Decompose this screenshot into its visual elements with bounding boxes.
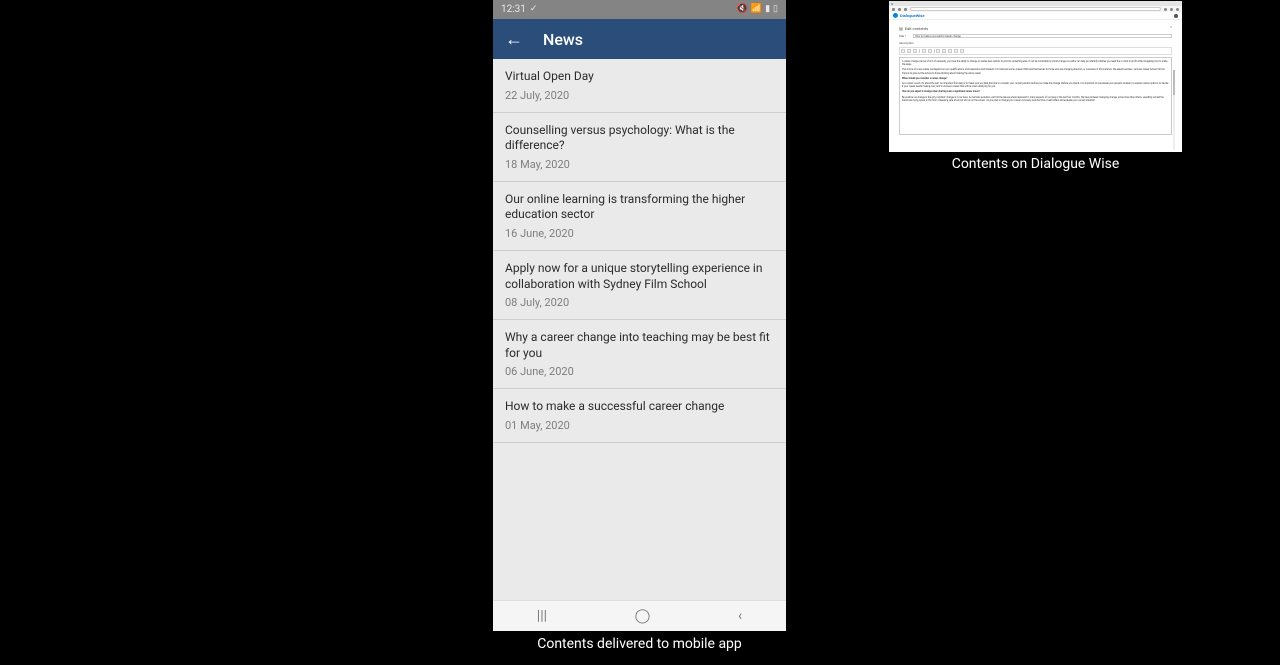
italic-icon[interactable]: [913, 49, 917, 53]
signal-icon: ▮: [765, 5, 770, 14]
page-title: News: [543, 30, 583, 49]
title-label: title *: [899, 34, 909, 38]
list-item[interactable]: Virtual Open Day 22 July, 2020: [493, 59, 786, 113]
nav-forward-icon[interactable]: [898, 8, 901, 11]
item-title: How to make a successful career change: [505, 399, 774, 415]
item-title: Virtual Open Day: [505, 69, 774, 85]
list-item[interactable]: Our online learning is transforming the …: [493, 182, 786, 251]
status-time: 12:31: [501, 4, 526, 15]
browser-caption: Contents on Dialogue Wise: [889, 156, 1182, 172]
url-field[interactable]: [910, 7, 1161, 11]
back-button[interactable]: ←: [501, 25, 527, 54]
nav-back-button[interactable]: ‹: [738, 608, 742, 624]
close-icon[interactable]: ×: [1170, 24, 1172, 29]
document-icon: ▤: [899, 26, 903, 31]
list-item[interactable]: Why a career change into teaching may be…: [493, 320, 786, 389]
status-bar: 12:31 ✓ 🔇 📶 ▮ ▯: [493, 0, 786, 19]
item-date: 22 July, 2020: [505, 89, 774, 102]
recent-apps-button[interactable]: |||: [537, 608, 547, 624]
item-title: Our online learning is transforming the …: [505, 192, 774, 223]
numbered-list-icon[interactable]: [942, 49, 946, 53]
avatar[interactable]: [1174, 14, 1178, 18]
image-icon[interactable]: [954, 49, 958, 53]
wifi-icon: 📶: [751, 5, 762, 14]
brand-name: DialogueWise: [900, 13, 925, 18]
body-paragraph: As a career coach: It's about the pull. …: [902, 82, 1169, 88]
description-label: description: [899, 41, 1172, 45]
body-paragraph: The choice of a new career will depend o…: [902, 68, 1169, 74]
menu-icon[interactable]: [1176, 8, 1179, 11]
bold-icon[interactable]: [901, 49, 905, 53]
edit-panel: ▤ Edit contents × title * How to make a …: [889, 20, 1182, 152]
scrollbar[interactable]: [1173, 70, 1175, 150]
list-item[interactable]: How to make a successful career change 0…: [493, 389, 786, 443]
body-paragraph: Be positive: as change is the only const…: [902, 96, 1169, 102]
list-item[interactable]: Apply now for a unique storytelling expe…: [493, 251, 786, 320]
link-icon[interactable]: [948, 49, 952, 53]
list-item[interactable]: Counselling versus psychology: What is t…: [493, 113, 786, 182]
body-heading: How do you adjust to change when startin…: [902, 90, 1169, 93]
item-date: 08 July, 2020: [505, 296, 774, 309]
mute-icon: 🔇: [737, 5, 748, 14]
news-list[interactable]: Virtual Open Day 22 July, 2020 Counselli…: [493, 59, 786, 600]
app-header: DialogueWise: [889, 12, 1182, 20]
underline-icon[interactable]: [907, 49, 911, 53]
separator: [919, 49, 920, 53]
strike-icon[interactable]: [922, 49, 926, 53]
home-button[interactable]: ◯: [635, 608, 651, 624]
mobile-screenshot: 12:31 ✓ 🔇 📶 ▮ ▯ ← News Virtual Open Day …: [493, 0, 786, 631]
tab-icon: [891, 3, 893, 5]
app-bar: ← News: [493, 19, 786, 59]
nav-back-icon[interactable]: [892, 8, 895, 11]
editor-toolbar: [899, 47, 1172, 55]
body-heading: When should you consider a career change…: [902, 77, 1169, 80]
battery-icon: ▯: [773, 5, 778, 14]
list-icon[interactable]: [936, 49, 940, 53]
item-date: 06 June, 2020: [505, 365, 774, 378]
reload-icon[interactable]: [904, 8, 907, 11]
item-title: Why a career change into teaching may be…: [505, 330, 774, 361]
check-icon: ✓: [530, 5, 538, 14]
scrollbar-thumb[interactable]: [1173, 70, 1175, 95]
title-input[interactable]: How to make a successful career change: [913, 34, 1172, 38]
item-title: Apply now for a unique storytelling expe…: [505, 261, 774, 292]
description-editor[interactable]: A career change can be a form of necessi…: [899, 57, 1172, 135]
format-icon[interactable]: [928, 49, 932, 53]
item-date: 16 June, 2020: [505, 227, 774, 240]
body-paragraph: A career change can be a form of necessi…: [902, 60, 1169, 66]
item-date: 01 May, 2020: [505, 419, 774, 432]
mobile-caption: Contents delivered to mobile app: [493, 636, 786, 652]
panel-title: ▤ Edit contents: [899, 26, 1172, 31]
embed-icon[interactable]: [960, 49, 964, 53]
browser-screenshot: DialogueWise ▤ Edit contents × title * H…: [889, 1, 1182, 152]
logo-icon: [893, 13, 898, 18]
item-date: 18 May, 2020: [505, 158, 774, 171]
separator: [934, 49, 935, 53]
item-title: Counselling versus psychology: What is t…: [505, 123, 774, 154]
android-nav-bar: ||| ◯ ‹: [493, 600, 786, 631]
profile-icon[interactable]: [1170, 8, 1173, 11]
extension-icon[interactable]: [1164, 8, 1167, 11]
